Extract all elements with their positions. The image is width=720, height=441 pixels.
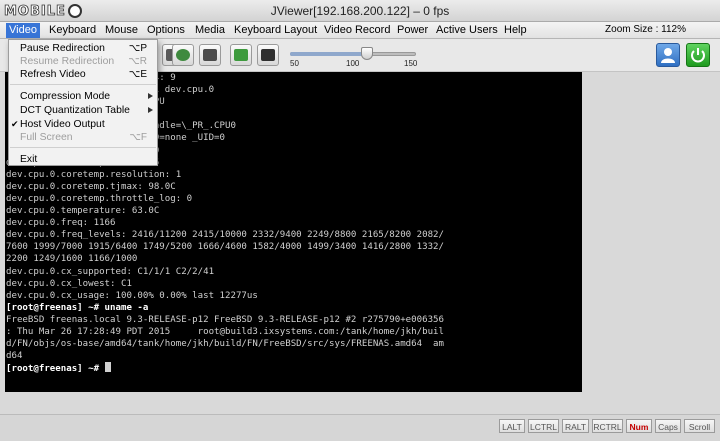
console-line: dev.cpu.0.freq: 1166: [6, 218, 116, 229]
menu-video[interactable]: Video: [6, 23, 40, 38]
console-line: : Thu Mar 26 17:28:49 PDT 2015 root@buil…: [6, 326, 444, 337]
console-line: dev.cpu.0.cx_supported: C1/1/1 C2/2/41: [6, 266, 215, 277]
console-line: dev.cpu.0.temperature: 63.0C: [6, 206, 160, 217]
console-line: dev.cpu.0.coretemp.resolution: 1: [6, 169, 182, 180]
menu-media[interactable]: Media: [192, 23, 228, 38]
status-key-scroll[interactable]: Scroll: [684, 419, 715, 433]
console-line: dev.cpu.0.coretemp.throttle_log: 0: [6, 193, 193, 204]
menu-item-dct-quantization-table[interactable]: DCT Quantization Table: [9, 104, 157, 117]
toolbar-button-3[interactable]: [199, 44, 221, 66]
console-line: FreeBSD freenas.local 9.3-RELEASE-p12 Fr…: [6, 314, 444, 325]
status-bar: LALT LCTRL RALT RCTRL Num Caps Scroll: [0, 414, 720, 441]
console-line: dev.cpu.0.cx_usage: 100.00% 0.00% last 1…: [6, 290, 258, 301]
screen-icon: [234, 49, 248, 61]
console-line: 2200 1249/1600 1166/1000: [6, 254, 138, 265]
console-line: dev.cpu.0.freq_levels: 2416/11200 2415/1…: [6, 230, 444, 241]
console-line: dev.cpu.0.cx_lowest: C1: [6, 278, 132, 289]
status-key-lalt[interactable]: LALT: [499, 419, 525, 433]
keyboard-icon: [261, 49, 275, 61]
menu-keyboard-layout[interactable]: Keyboard Layout: [231, 23, 320, 38]
console-line: d64: [6, 351, 23, 362]
toolbar-button-4[interactable]: [230, 44, 252, 66]
zoom-tick-150: 150: [404, 59, 418, 68]
power-button[interactable]: [686, 43, 710, 67]
console-line: d/FN/objs/os-base/amd64/tank/home/jkh/bu…: [6, 339, 444, 350]
console-line: 7600 1999/7000 1915/6400 1749/5200 1666/…: [6, 242, 444, 253]
menu-item-full-screen: Full Screen ⌥F: [20, 132, 147, 143]
menu-item-compression-mode[interactable]: Compression Mode: [9, 90, 157, 103]
status-key-caps[interactable]: Caps: [655, 419, 681, 433]
menu-power[interactable]: Power: [394, 23, 431, 38]
mouse-icon: [203, 49, 217, 61]
toolbar-button-2[interactable]: [172, 44, 194, 66]
menu-item-refresh-video[interactable]: Refresh Video ⌥E: [9, 68, 157, 81]
zoom-tick-100: 100: [346, 59, 360, 68]
menu-active-users[interactable]: Active Users: [433, 23, 501, 38]
submenu-arrow-icon: [148, 93, 153, 99]
submenu-arrow-icon: [148, 107, 153, 113]
menu-item-host-video-output[interactable]: ✔ Host Video Output: [9, 118, 157, 131]
zoom-slider-fill: [290, 52, 368, 56]
zoom-size-label: Zoom Size : 112%: [605, 24, 686, 35]
status-key-lctrl[interactable]: LCTRL: [528, 419, 559, 433]
console-line: dev.cpu.0.coretemp.tjmax: 98.0C: [6, 181, 176, 192]
menu-options[interactable]: Options: [144, 23, 188, 38]
status-key-rctrl[interactable]: RCTRL: [592, 419, 623, 433]
menu-bar: Video Keyboard Mouse Options Media Keybo…: [0, 22, 720, 39]
keyboard-icon: [176, 49, 190, 61]
menu-item-exit[interactable]: Exit: [9, 153, 157, 166]
console-line: [root@freenas] ~# uname -a: [6, 302, 149, 313]
status-key-num[interactable]: Num: [626, 419, 652, 433]
menu-mouse[interactable]: Mouse: [102, 23, 141, 38]
console-line: [root@freenas] ~#: [6, 364, 105, 375]
menu-help[interactable]: Help: [501, 23, 530, 38]
status-key-ralt[interactable]: RALT: [562, 419, 589, 433]
zoom-slider[interactable]: 50 100 150: [290, 47, 418, 69]
zoom-tick-50: 50: [290, 59, 299, 68]
checkmark-icon: ✔: [11, 119, 19, 129]
menu-separator: [10, 147, 156, 148]
menu-item-resume-redirection: Resume Redirection ⌥R: [20, 56, 147, 67]
zoom-slider-knob[interactable]: [361, 47, 374, 60]
window-titlebar[interactable]: MOBILE JViewer[192.168.200.122] – 0 fps: [0, 0, 720, 22]
console-cursor: [104, 362, 111, 373]
window-title: JViewer[192.168.200.122] – 0 fps: [270, 4, 450, 18]
toolbar-button-5[interactable]: [257, 44, 279, 66]
menu-separator: [10, 84, 156, 85]
video-menu-dropdown: Pause Redirection ⌥P Resume Redirection …: [8, 39, 158, 166]
menu-item-pause-redirection[interactable]: Pause Redirection ⌥P: [9, 42, 157, 55]
menu-keyboard[interactable]: Keyboard: [46, 23, 99, 38]
menu-video-record[interactable]: Video Record: [321, 23, 393, 38]
power-icon: [691, 48, 705, 63]
active-users-button[interactable]: [656, 43, 680, 67]
user-icon: [661, 48, 675, 63]
